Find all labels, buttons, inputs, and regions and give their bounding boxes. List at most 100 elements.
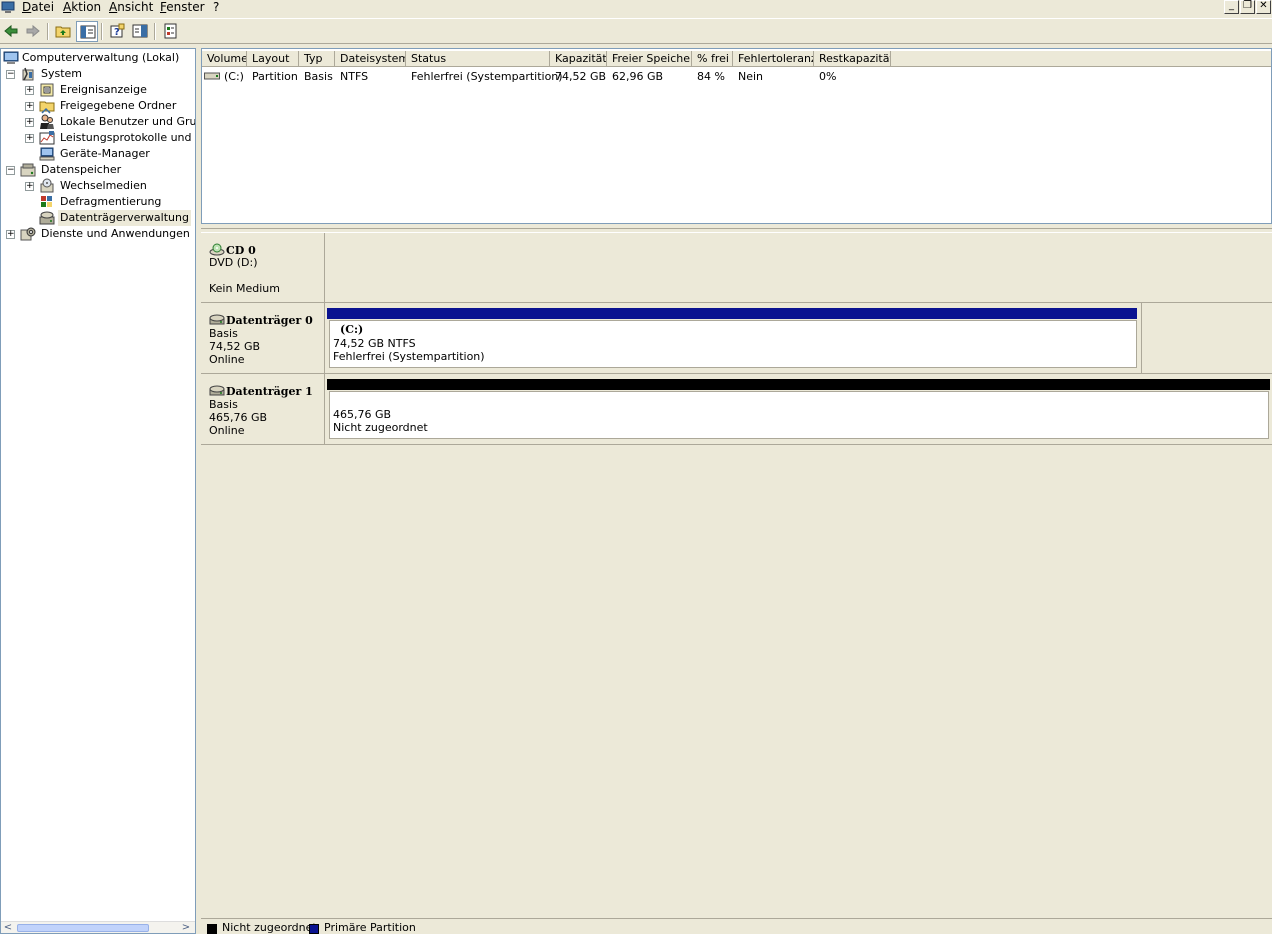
menu-datei[interactable]: Datei (21, 0, 55, 17)
tree-horizontal-scrollbar[interactable]: < > (1, 921, 195, 933)
column-header-layout[interactable]: Layout (247, 51, 299, 67)
toolbar: ? (0, 18, 1272, 44)
unallocated-bar (327, 379, 1270, 390)
tree-item-disk-management[interactable]: Datenträgerverwaltung (1, 210, 195, 226)
column-header-volume[interactable]: Volume (202, 51, 247, 67)
unallocated-space[interactable]: 465,76 GB Nicht zugeordnet (326, 374, 1272, 444)
disk-status: Online (209, 353, 245, 366)
collapse-toggle[interactable]: − (6, 166, 15, 175)
column-header-status[interactable]: Status (406, 51, 550, 67)
show-hide-tree-button[interactable] (76, 21, 98, 42)
menu-help[interactable]: ? (212, 0, 220, 17)
tree-item-services-applications[interactable]: + Dienste und Anwendungen (1, 226, 195, 242)
storage-icon (20, 163, 36, 177)
shared-folder-icon (39, 101, 55, 114)
help-icon: ? (110, 23, 125, 38)
expand-toggle[interactable]: + (25, 102, 34, 111)
scroll-right-icon[interactable]: > (179, 922, 193, 933)
legend-label-unallocated: Nicht zugeordnet (222, 921, 317, 934)
help-button[interactable]: ? (106, 21, 128, 42)
cell-dateisystem: NTFS (340, 70, 369, 83)
menu-fenster[interactable]: Fenster (159, 0, 206, 17)
expand-toggle[interactable]: + (6, 230, 15, 239)
restore-button[interactable]: ❐ (1240, 0, 1255, 14)
cell-prozent-frei: 84 % (697, 70, 725, 83)
toolbar-separator (154, 23, 156, 40)
cell-kapazitaet: 74,52 GB (555, 70, 607, 83)
column-header-dateisystem[interactable]: Dateisystem (335, 51, 406, 67)
tree-item-performance-logs[interactable]: + Leistungsprotokolle und War (1, 130, 195, 146)
properties-button[interactable] (160, 21, 182, 42)
partition-name: (C:) (340, 323, 364, 336)
hard-disk-icon (209, 385, 225, 396)
tree-item-storage[interactable]: − Datenspeicher (1, 162, 195, 178)
disk-title: Datenträger 0 (209, 313, 313, 327)
collapse-toggle[interactable]: − (6, 70, 15, 79)
computer-management-icon[interactable] (1, 1, 15, 14)
tree-label: Defragmentierung (60, 195, 162, 208)
tree-item-system[interactable]: − System (1, 66, 195, 82)
disk-row-disk1[interactable]: Datenträger 1 Basis 465,76 GB Online 465… (201, 374, 1272, 445)
partition-box[interactable]: (C:) 74,52 GB NTFS Fehlerfrei (Systempar… (329, 320, 1137, 368)
partition-size: 74,52 GB NTFS (333, 337, 416, 350)
tree-label: System (41, 67, 83, 80)
disk-management-icon (39, 211, 55, 225)
tree-label: Leistungsprotokolle und War (60, 131, 195, 144)
tree-item-event-viewer[interactable]: + Ereignisanzeige (1, 82, 195, 98)
expand-toggle[interactable]: + (25, 86, 34, 95)
disk-title-text: Datenträger 1 (226, 385, 313, 398)
tree-label: Computerverwaltung (Lokal) (22, 51, 180, 64)
cd-drive-icon (209, 243, 225, 256)
column-header-kapazitaet[interactable]: Kapazität (550, 51, 607, 67)
menu-aktion[interactable]: Aktion (62, 0, 102, 17)
action-pane-icon (132, 24, 148, 38)
cell-fehlertoleranz: Nein (738, 70, 764, 83)
tree-item-local-users[interactable]: + Lokale Benutzer und Gruppe (1, 114, 195, 130)
console-tree: Computerverwaltung (Lokal) − System + Er… (0, 48, 196, 934)
expand-toggle[interactable]: + (25, 182, 34, 191)
expand-toggle[interactable]: + (25, 118, 34, 127)
tree-item-shared-folders[interactable]: + Freigegebene Ordner (1, 98, 195, 114)
tree-item-removable-storage[interactable]: + Wechselmedien (1, 178, 195, 194)
primary-partition-bar (327, 308, 1137, 319)
menu-ansicht[interactable]: Ansicht (108, 0, 154, 17)
disk-row-cd0[interactable]: CD 0 DVD (D:) Kein Medium (201, 232, 1272, 303)
close-button[interactable]: ✕ (1256, 0, 1271, 14)
scroll-left-icon[interactable]: < (1, 922, 15, 933)
disk-info-disk1[interactable]: Datenträger 1 Basis 465,76 GB Online (201, 374, 325, 444)
partition-box[interactable]: 465,76 GB Nicht zugeordnet (329, 391, 1269, 439)
disk-info-disk0[interactable]: Datenträger 0 Basis 74,52 GB Online (201, 303, 325, 373)
disk-row-disk0[interactable]: Datenträger 0 Basis 74,52 GB Online (C:)… (201, 303, 1272, 374)
tree-item-computer-management[interactable]: Computerverwaltung (Lokal) (1, 50, 195, 66)
column-header-restkapazitaet[interactable]: Restkapazität (814, 51, 891, 67)
tree-label: Ereignisanzeige (60, 83, 147, 96)
disk-size: 465,76 GB (209, 411, 268, 424)
disk-size: 74,52 GB (209, 340, 261, 353)
column-header-fehlertoleranz[interactable]: Fehlertoleranz (733, 51, 814, 67)
minimize-button[interactable]: _ (1224, 0, 1239, 14)
disk-info-cd0[interactable]: CD 0 DVD (D:) Kein Medium (201, 233, 325, 302)
cell-volume: (C:) (224, 70, 244, 83)
scrollbar-thumb[interactable] (17, 924, 149, 932)
system-tools-icon (22, 67, 34, 81)
column-header-prozent-frei[interactable]: % frei (692, 51, 733, 67)
cell-typ: Basis (304, 70, 333, 83)
tree-item-defragmenter[interactable]: Defragmentierung (1, 194, 195, 210)
disk-status: Online (209, 424, 245, 437)
back-button[interactable] (0, 21, 22, 42)
forward-button[interactable] (22, 21, 44, 42)
disk-title-text: Datenträger 0 (226, 314, 313, 327)
up-one-level-button[interactable] (52, 21, 74, 42)
disk-title: CD 0 (209, 243, 256, 257)
toolbar-separator (47, 23, 49, 40)
volume-drive-icon (204, 72, 220, 80)
pane-splitter[interactable] (196, 48, 200, 934)
column-header-freier-speicher[interactable]: Freier Speicher (607, 51, 692, 67)
partition-c[interactable]: (C:) 74,52 GB NTFS Fehlerfrei (Systempar… (326, 303, 1142, 373)
hard-disk-icon (209, 314, 225, 325)
column-header-typ[interactable]: Typ (299, 51, 335, 67)
show-hide-action-pane-button[interactable] (129, 21, 151, 42)
legend-swatch-unallocated (207, 924, 217, 934)
tree-item-device-manager[interactable]: Geräte-Manager (1, 146, 195, 162)
expand-toggle[interactable]: + (25, 134, 34, 143)
